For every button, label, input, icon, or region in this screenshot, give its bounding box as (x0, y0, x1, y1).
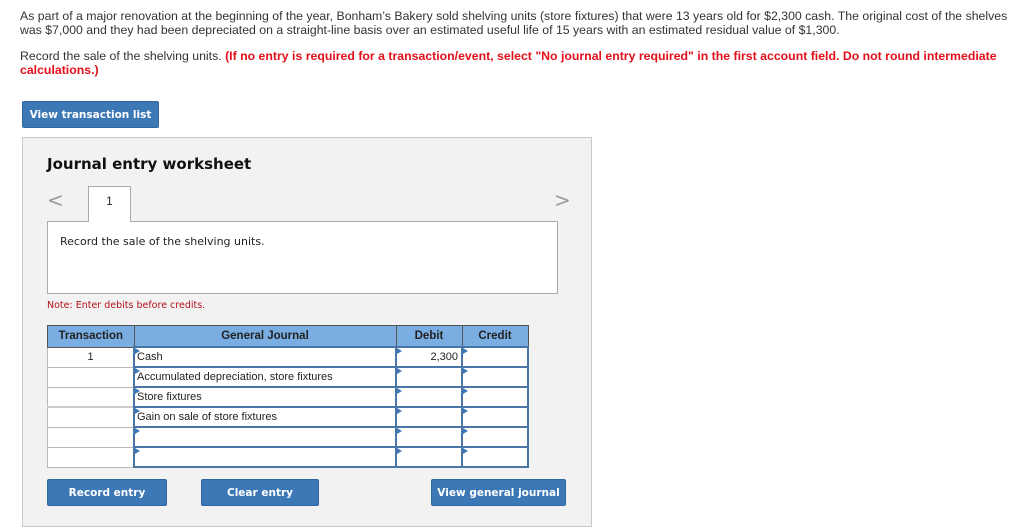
dropdown-marker-icon (135, 448, 140, 454)
field-marker-icon (397, 408, 402, 414)
header-transaction: Transaction (47, 325, 135, 348)
instruction-text: Record the sale of the shelving units. (20, 49, 222, 63)
dropdown-marker-icon (135, 428, 140, 434)
problem-paragraph: As part of a major renovation at the beg… (20, 9, 1008, 37)
account-value: Cash (137, 351, 163, 363)
field-marker-icon (463, 368, 468, 374)
dropdown-marker-icon (135, 408, 140, 414)
credit-field[interactable] (461, 446, 529, 468)
worksheet-title: Journal entry worksheet (47, 155, 252, 173)
account-value: Gain on sale of store fixtures (137, 411, 278, 423)
dropdown-marker-icon (135, 348, 140, 354)
chevron-right-icon[interactable]: > (554, 188, 571, 212)
debit-field[interactable] (395, 386, 463, 408)
view-transaction-list-button[interactable]: View transaction list (22, 101, 159, 128)
debit-field[interactable] (395, 426, 463, 448)
view-general-journal-button[interactable]: View general journal (431, 479, 566, 506)
account-field[interactable] (133, 426, 397, 448)
field-marker-icon (397, 368, 402, 374)
field-marker-icon (463, 448, 468, 454)
account-value: Store fixtures (137, 391, 202, 403)
header-general-journal: General Journal (133, 325, 397, 348)
debit-credit-note: Note: Enter debits before credits. (47, 300, 206, 311)
field-marker-icon (463, 348, 468, 354)
field-marker-icon (397, 348, 402, 354)
table-row: Gain on sale of store fixtures (47, 406, 529, 428)
transaction-cell (47, 446, 135, 468)
field-marker-icon (463, 388, 468, 394)
debit-field[interactable]: 2,300 (395, 346, 463, 368)
header-credit: Credit (461, 325, 529, 348)
debit-field[interactable] (395, 446, 463, 468)
debit-value: 2,300 (430, 351, 458, 363)
transaction-description: Record the sale of the shelving units. (47, 221, 558, 294)
dropdown-marker-icon (135, 368, 140, 374)
account-value: Accumulated depreciation, store fixtures (137, 371, 333, 383)
transaction-cell: 1 (47, 346, 135, 368)
transaction-cell (47, 426, 135, 448)
account-field[interactable]: Store fixtures (133, 386, 397, 408)
clear-entry-button[interactable]: Clear entry (201, 479, 319, 506)
field-marker-icon (397, 428, 402, 434)
debit-field[interactable] (395, 366, 463, 388)
record-entry-button[interactable]: Record entry (47, 479, 167, 506)
table-row: Store fixtures (47, 386, 529, 408)
account-field[interactable] (133, 446, 397, 468)
header-debit: Debit (395, 325, 463, 348)
credit-field[interactable] (461, 386, 529, 408)
problem-text: As part of a major renovation at the beg… (20, 9, 1015, 89)
credit-field[interactable] (461, 406, 529, 428)
debit-field[interactable] (395, 406, 463, 428)
credit-field[interactable] (461, 346, 529, 368)
field-marker-icon (463, 408, 468, 414)
field-marker-icon (397, 388, 402, 394)
table-row (47, 426, 529, 448)
tab-label: 1 (106, 196, 113, 208)
transaction-cell (47, 366, 135, 388)
instruction-paragraph: Record the sale of the shelving units. (… (20, 49, 1015, 77)
field-marker-icon (397, 448, 402, 454)
field-marker-icon (463, 428, 468, 434)
table-header-row: Transaction General Journal Debit Credit (47, 325, 529, 348)
tab-transaction-1[interactable]: 1 (88, 186, 131, 222)
journal-entry-worksheet: Journal entry worksheet < > 1 Record the… (22, 137, 592, 527)
account-field[interactable]: Accumulated depreciation, store fixtures (133, 366, 397, 388)
chevron-left-icon[interactable]: < (47, 188, 64, 212)
table-row (47, 446, 529, 468)
account-field[interactable]: Gain on sale of store fixtures (133, 406, 397, 428)
table-row: Accumulated depreciation, store fixtures (47, 366, 529, 388)
journal-table: Transaction General Journal Debit Credit… (47, 325, 529, 468)
transaction-cell (47, 386, 135, 408)
account-field[interactable]: Cash (133, 346, 397, 368)
dropdown-marker-icon (135, 388, 140, 394)
credit-field[interactable] (461, 426, 529, 448)
table-row: 1 Cash 2,300 (47, 346, 529, 368)
transaction-cell (47, 406, 135, 428)
credit-field[interactable] (461, 366, 529, 388)
description-text: Record the sale of the shelving units. (60, 235, 265, 248)
